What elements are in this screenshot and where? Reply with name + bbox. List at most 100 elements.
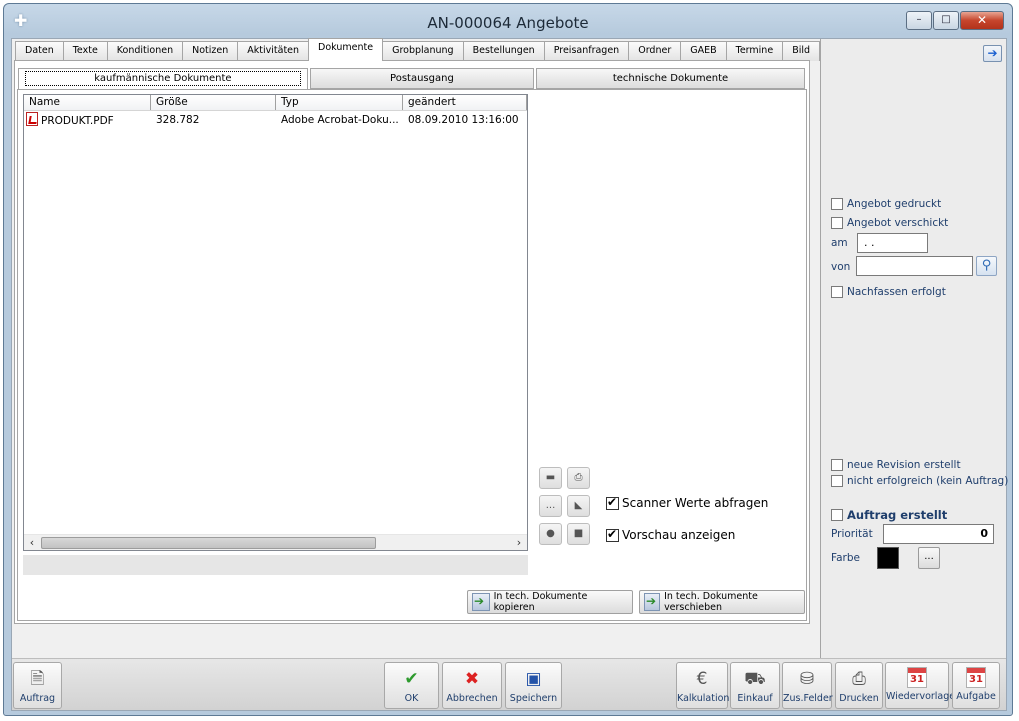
- subtab-label: kaufmännische Dokumente: [25, 71, 301, 86]
- tab-daten[interactable]: Daten: [15, 41, 64, 61]
- scanner-checkbox[interactable]: [606, 495, 619, 510]
- kalkulation-label: Kalkulation: [677, 693, 730, 704]
- close-button[interactable]: ✕: [960, 11, 1004, 30]
- nicht-erfolgreich-option[interactable]: nicht erfolgreich (kein Auftrag): [831, 475, 1008, 487]
- documents-panel: kaufmännische Dokumente Postausgang tech…: [14, 60, 810, 624]
- maximize-button[interactable]: □: [933, 11, 959, 30]
- tab-grobplanung[interactable]: Grobplanung: [382, 41, 464, 61]
- disabled-square-icon[interactable]: ■: [567, 523, 590, 545]
- minimize-button[interactable]: –: [906, 11, 932, 30]
- tab-ordner[interactable]: Ordner: [628, 41, 682, 61]
- tab-dokumente[interactable]: Dokumente: [308, 38, 384, 61]
- subtab-technische-dokumente[interactable]: technische Dokumente: [536, 68, 805, 89]
- neue-revision-label: neue Revision erstellt: [847, 459, 961, 471]
- tab-bild[interactable]: Bild: [782, 41, 821, 61]
- scroll-left-icon[interactable]: ‹: [24, 535, 40, 551]
- auftrag-erstellt-option[interactable]: Auftrag erstellt: [831, 508, 947, 522]
- auftrag-button[interactable]: 🗎 Auftrag: [13, 662, 62, 709]
- neue-revision-option[interactable]: neue Revision erstellt: [831, 459, 961, 471]
- scanner-option[interactable]: Scanner Werte abfragen: [606, 495, 768, 510]
- von-field[interactable]: [856, 256, 973, 276]
- browse-button[interactable]: ...: [539, 495, 562, 517]
- search-icon[interactable]: ⚲: [976, 256, 997, 276]
- file-list[interactable]: Name Größe Typ geändert PRODUKT.PDF 328.…: [23, 94, 528, 551]
- truck-icon: ⛟: [744, 669, 766, 689]
- zus-felder-label: Zus.Felder: [783, 693, 833, 704]
- nachfassen-label: Nachfassen erfolgt: [847, 286, 946, 298]
- angebot-verschickt-checkbox[interactable]: [831, 217, 843, 229]
- wiedervorlage-button[interactable]: 31 Wiedervorlage: [885, 662, 955, 709]
- task-calendar-icon: 31: [966, 667, 986, 688]
- checkmark-icon: ✔: [404, 669, 419, 689]
- calculation-euro-icon: €: [696, 669, 708, 689]
- application-window: ✚ AN-000064 Angebote – □ ✕ Daten Texte K…: [3, 3, 1013, 716]
- angebot-verschickt-label: Angebot verschickt: [847, 217, 949, 229]
- database-icon: ⛁: [799, 669, 815, 689]
- cancel-x-icon: ✖: [464, 669, 480, 689]
- client-area: Daten Texte Konditionen Notizen Aktivitä…: [11, 38, 1008, 711]
- calendar-icon: 31: [907, 667, 927, 688]
- column-header-size[interactable]: Größe: [151, 95, 276, 110]
- kalkulation-button[interactable]: € Kalkulation: [676, 662, 730, 709]
- document-subtabs: kaufmännische Dokumente Postausgang tech…: [18, 68, 807, 89]
- subtab-postausgang[interactable]: Postausgang: [309, 68, 535, 89]
- speichern-button[interactable]: ▣ Speichern: [505, 662, 562, 709]
- tab-aktivitaeten[interactable]: Aktivitäten: [237, 41, 310, 61]
- preview-checkbox[interactable]: [606, 527, 619, 542]
- neue-revision-checkbox[interactable]: [831, 459, 843, 471]
- folder-icon[interactable]: ▬: [539, 467, 562, 489]
- preview-option[interactable]: Vorschau anzeigen: [606, 527, 736, 542]
- nachfassen-option[interactable]: Nachfassen erfolgt: [831, 286, 946, 298]
- drucken-button[interactable]: ⎙ Drucken: [835, 662, 883, 709]
- tab-bestellungen[interactable]: Bestellungen: [462, 41, 545, 61]
- nicht-erfolgreich-checkbox[interactable]: [831, 475, 843, 487]
- tab-konditionen[interactable]: Konditionen: [106, 41, 184, 61]
- tab-preisanfragen[interactable]: Preisanfragen: [543, 41, 630, 61]
- scrollbar-thumb[interactable]: [41, 537, 376, 549]
- file-row[interactable]: PRODUKT.PDF 328.782 Adobe Acrobat-Doku..…: [24, 111, 527, 128]
- column-header-type[interactable]: Typ: [276, 95, 403, 110]
- file-modified-cell: 08.09.2010 13:16:00: [408, 113, 519, 126]
- angebot-verschickt-option[interactable]: Angebot verschickt: [831, 217, 948, 229]
- move-to-tech-docs-button[interactable]: In tech. Dokumente verschieben: [639, 590, 805, 614]
- nachfassen-checkbox[interactable]: [831, 286, 843, 298]
- copy-document-icon: [472, 593, 490, 611]
- copy-button-label: In tech. Dokumente kopieren: [493, 591, 588, 613]
- scan-document-icon[interactable]: ◣: [567, 495, 590, 517]
- tab-gaeb[interactable]: GAEB: [680, 41, 727, 61]
- scroll-right-icon[interactable]: ›: [511, 535, 527, 551]
- move-button-label: In tech. Dokumente verschieben: [664, 591, 758, 613]
- pdf-file-icon: [26, 112, 38, 126]
- prioritaet-field[interactable]: 0: [883, 524, 994, 544]
- zus-felder-button[interactable]: ⛁ Zus.Felder: [782, 662, 833, 709]
- angebot-gedruckt-checkbox[interactable]: [831, 198, 843, 210]
- subtab-kaufmaennische-dokumente[interactable]: kaufmännische Dokumente: [18, 68, 308, 89]
- column-header-name[interactable]: Name: [24, 95, 151, 110]
- status-side-panel: ➔ Angebot gedruckt Angebot verschickt am…: [820, 39, 1008, 661]
- tab-termine[interactable]: Termine: [725, 41, 784, 61]
- von-label: von: [831, 261, 851, 273]
- bottom-toolbar: 🗎 Auftrag ✔ OK ✖ Abbrechen ▣ Speichern €…: [12, 658, 1006, 710]
- am-date-field[interactable]: . .: [857, 233, 928, 253]
- prioritaet-label: Priorität: [831, 528, 873, 540]
- einkauf-button[interactable]: ⛟ Einkauf: [730, 662, 780, 709]
- angebot-gedruckt-option[interactable]: Angebot gedruckt: [831, 198, 941, 210]
- ok-button[interactable]: ✔ OK: [384, 662, 439, 709]
- arrow-right-icon[interactable]: ➔: [983, 45, 1002, 62]
- aufgabe-button[interactable]: 31 Aufgabe: [952, 662, 1000, 709]
- title-bar[interactable]: ✚ AN-000064 Angebote – □ ✕: [4, 4, 1012, 38]
- move-document-icon: [644, 593, 661, 611]
- scanner-icon[interactable]: ⎙: [567, 467, 590, 489]
- column-header-modified[interactable]: geändert: [403, 95, 527, 110]
- color-picker-button[interactable]: ...: [918, 547, 940, 569]
- disabled-circle-icon[interactable]: ●: [539, 523, 562, 545]
- abbrechen-button[interactable]: ✖ Abbrechen: [442, 662, 502, 709]
- copy-to-tech-docs-button[interactable]: In tech. Dokumente kopieren: [467, 590, 633, 614]
- horizontal-scrollbar[interactable]: ‹ ›: [24, 534, 527, 550]
- preview-option-label: Vorschau anzeigen: [622, 528, 736, 542]
- auftrag-erstellt-label: Auftrag erstellt: [847, 508, 948, 522]
- auftrag-erstellt-checkbox[interactable]: [831, 509, 843, 521]
- tab-notizen[interactable]: Notizen: [182, 41, 239, 61]
- tab-texte[interactable]: Texte: [62, 41, 108, 61]
- color-swatch[interactable]: [877, 547, 899, 569]
